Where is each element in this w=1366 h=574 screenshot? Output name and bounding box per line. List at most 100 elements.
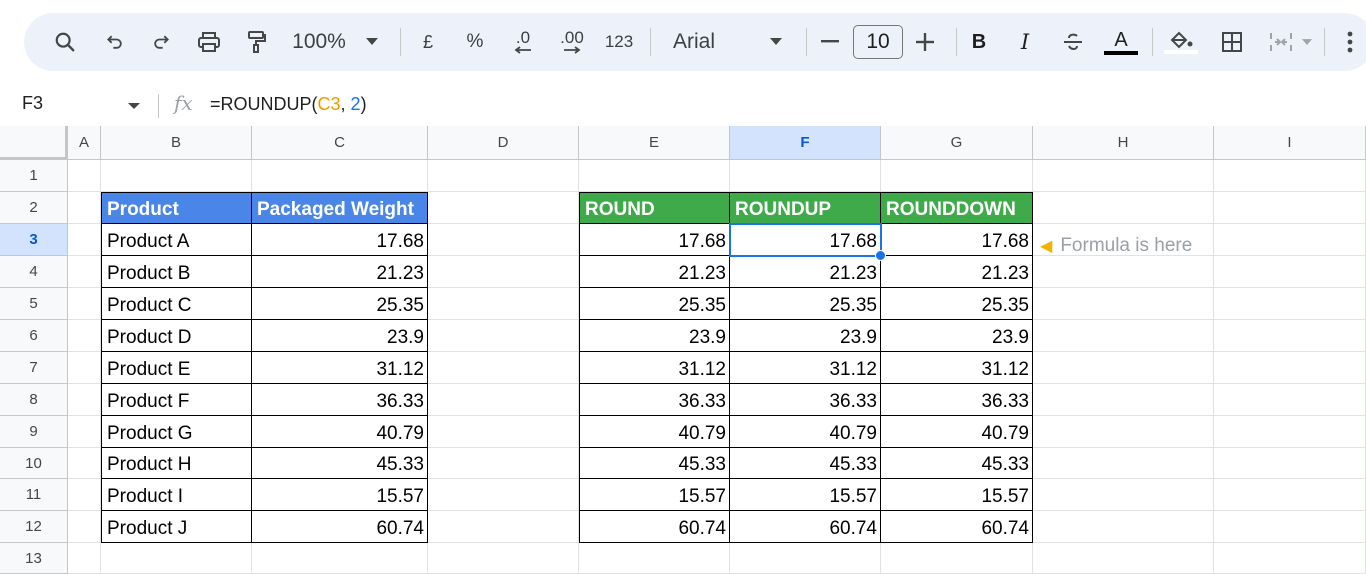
rounded-value-cell[interactable]: 31.12 (730, 352, 881, 384)
search-icon[interactable] (50, 13, 80, 71)
cell[interactable] (1033, 384, 1214, 416)
row-header-8[interactable]: 8 (0, 384, 68, 416)
cell[interactable] (101, 543, 252, 574)
cell[interactable] (428, 288, 579, 320)
decrease-decimal-button[interactable]: .0 (506, 13, 540, 71)
cell[interactable] (68, 192, 101, 224)
decrease-font-size-icon[interactable] (818, 13, 842, 71)
cell[interactable] (881, 160, 1033, 192)
cell[interactable] (252, 543, 428, 574)
font-size-input[interactable]: 10 (853, 25, 903, 59)
formula-input[interactable]: =ROUNDUP(C3, 2) (210, 94, 367, 115)
cell[interactable] (428, 352, 579, 384)
column-header-d[interactable]: D (428, 126, 579, 160)
weight-cell[interactable]: 60.74 (252, 511, 428, 543)
rounded-value-cell[interactable]: 17.68 (881, 224, 1033, 256)
print-icon[interactable] (194, 13, 224, 71)
cell[interactable] (881, 543, 1033, 574)
cell[interactable] (1214, 288, 1366, 320)
cell[interactable] (428, 160, 579, 192)
cell[interactable] (428, 192, 579, 224)
rounded-value-cell[interactable]: 15.57 (730, 479, 881, 511)
rounded-value-cell[interactable]: 31.12 (579, 352, 730, 384)
cell[interactable] (68, 256, 101, 288)
cell[interactable] (68, 160, 101, 192)
rounded-value-cell[interactable]: 17.68 (730, 224, 881, 256)
rounded-value-cell[interactable]: 36.33 (579, 384, 730, 416)
font-select[interactable]: Arial (670, 13, 718, 71)
bold-button[interactable]: B (966, 13, 992, 71)
rounded-value-cell[interactable]: 40.79 (579, 416, 730, 448)
merge-cells-icon[interactable] (1266, 13, 1296, 71)
column-header-g[interactable]: G (881, 126, 1033, 160)
product-name-cell[interactable]: Product F (101, 384, 252, 416)
cell[interactable] (1033, 352, 1214, 384)
cell[interactable] (1214, 224, 1366, 256)
weight-cell[interactable]: 23.9 (252, 320, 428, 352)
rounded-value-cell[interactable]: 40.79 (881, 416, 1033, 448)
row-header-6[interactable]: 6 (0, 320, 68, 352)
product-name-cell[interactable]: Product A (101, 224, 252, 256)
cell[interactable] (428, 511, 579, 543)
borders-icon[interactable] (1218, 13, 1246, 71)
column-header-h[interactable]: H (1033, 126, 1214, 160)
cell[interactable] (252, 160, 428, 192)
cell[interactable] (1214, 256, 1366, 288)
increase-decimal-button[interactable]: .00 (554, 13, 590, 71)
cell[interactable] (1033, 543, 1214, 574)
rounded-value-cell[interactable]: 60.74 (730, 511, 881, 543)
rounded-value-cell[interactable]: 40.79 (730, 416, 881, 448)
cell[interactable] (428, 416, 579, 448)
rounded-value-cell[interactable]: 45.33 (730, 448, 881, 479)
weight-cell[interactable]: 40.79 (252, 416, 428, 448)
chevron-down-icon[interactable] (1300, 13, 1314, 71)
weight-cell[interactable]: 21.23 (252, 256, 428, 288)
chevron-down-icon[interactable] (768, 13, 784, 71)
row-header-5[interactable]: 5 (0, 288, 68, 320)
table-header-cell[interactable]: ROUNDUP (730, 192, 881, 224)
cell[interactable] (579, 543, 730, 574)
currency-format-button[interactable]: £ (416, 13, 440, 71)
cell[interactable] (428, 224, 579, 256)
cell[interactable] (1214, 543, 1366, 574)
zoom-select[interactable]: 100% (288, 13, 350, 71)
row-header-3[interactable]: 3 (0, 224, 68, 256)
name-box-dropdown-icon[interactable] (128, 103, 140, 109)
text-color-button[interactable]: A (1104, 13, 1138, 71)
cell[interactable] (1214, 384, 1366, 416)
cell[interactable] (1033, 320, 1214, 352)
select-all-corner[interactable] (0, 126, 68, 160)
rounded-value-cell[interactable]: 25.35 (881, 288, 1033, 320)
cell[interactable] (579, 160, 730, 192)
cell[interactable] (68, 224, 101, 256)
rounded-value-cell[interactable]: 23.9 (881, 320, 1033, 352)
weight-cell[interactable]: 36.33 (252, 384, 428, 416)
rounded-value-cell[interactable]: 60.74 (881, 511, 1033, 543)
row-header-10[interactable]: 10 (0, 448, 68, 479)
fill-color-button[interactable] (1164, 13, 1198, 71)
column-header-c[interactable]: C (252, 126, 428, 160)
cell[interactable] (68, 288, 101, 320)
rounded-value-cell[interactable]: 21.23 (881, 256, 1033, 288)
weight-cell[interactable]: 15.57 (252, 479, 428, 511)
number-format-button[interactable]: 123 (602, 13, 636, 71)
cell[interactable] (1214, 416, 1366, 448)
rounded-value-cell[interactable]: 23.9 (579, 320, 730, 352)
cell[interactable] (1033, 511, 1214, 543)
cell[interactable] (1214, 511, 1366, 543)
product-name-cell[interactable]: Product J (101, 511, 252, 543)
rounded-value-cell[interactable]: 45.33 (579, 448, 730, 479)
cell[interactable] (68, 511, 101, 543)
cell[interactable] (428, 448, 579, 479)
cell[interactable] (68, 448, 101, 479)
cell[interactable] (68, 479, 101, 511)
rounded-value-cell[interactable]: 25.35 (730, 288, 881, 320)
row-header-4[interactable]: 4 (0, 256, 68, 288)
cell[interactable] (1033, 448, 1214, 479)
row-header-9[interactable]: 9 (0, 416, 68, 448)
strikethrough-icon[interactable] (1058, 13, 1088, 71)
cell[interactable] (68, 320, 101, 352)
row-header-12[interactable]: 12 (0, 511, 68, 543)
cell[interactable] (1033, 479, 1214, 511)
rounded-value-cell[interactable]: 36.33 (881, 384, 1033, 416)
